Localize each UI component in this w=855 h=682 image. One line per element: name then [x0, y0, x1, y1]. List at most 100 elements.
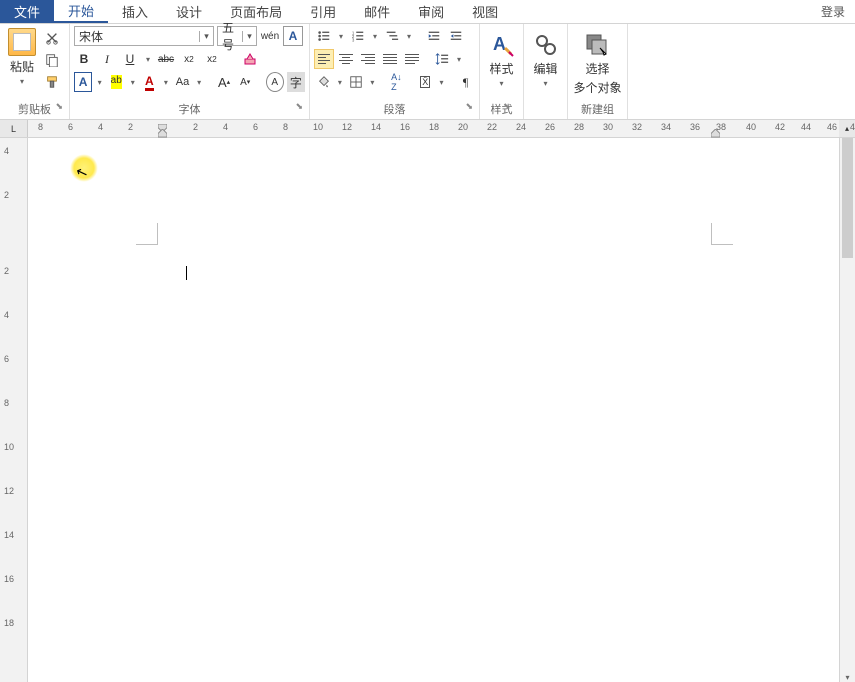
chevron-down-icon[interactable]: ▾: [195, 78, 204, 87]
chevron-down-icon[interactable]: ▾: [95, 78, 104, 87]
font-name-combo[interactable]: 宋体▾: [74, 26, 214, 46]
ruler-number: 12: [4, 486, 14, 496]
shrink-font-button[interactable]: A▾: [236, 72, 254, 92]
chevron-down-icon[interactable]: ▾: [370, 32, 380, 41]
bold-button[interactable]: B: [74, 49, 94, 69]
ruler-number: 10: [4, 442, 14, 452]
character-shading-button[interactable]: 字: [287, 72, 305, 92]
show-marks-button[interactable]: ¶: [456, 72, 475, 92]
group-clipboard: 粘贴 ▾ 剪贴板⬊: [0, 24, 70, 119]
phonetic-guide-button[interactable]: wén: [260, 26, 280, 46]
tab-references[interactable]: 引用: [296, 0, 350, 23]
copy-icon[interactable]: [44, 52, 60, 68]
align-left-button[interactable]: [314, 49, 334, 69]
borders-button[interactable]: [347, 72, 366, 92]
tab-insert[interactable]: 插入: [108, 0, 162, 23]
ruler-number: 36: [690, 122, 700, 132]
format-painter-icon[interactable]: [44, 74, 60, 90]
shading-button[interactable]: [314, 72, 333, 92]
italic-button[interactable]: I: [97, 49, 117, 69]
dialog-launcher-icon[interactable]: ⬊: [503, 101, 511, 112]
decrease-indent-button[interactable]: [424, 26, 444, 46]
ruler-number: 4: [98, 122, 103, 132]
tab-mailings[interactable]: 邮件: [350, 0, 404, 23]
chevron-down-icon[interactable]: ▾: [437, 78, 447, 87]
group-label-styles: 样式⬊: [491, 99, 513, 119]
hanging-indent-marker[interactable]: [158, 129, 167, 138]
scroll-down-arrow[interactable]: ▾: [840, 673, 855, 682]
sort-button[interactable]: A↓Z: [387, 72, 406, 92]
chevron-down-icon[interactable]: ▾: [404, 32, 414, 41]
asian-layout-button[interactable]: X̂: [416, 72, 435, 92]
bullets-button[interactable]: [314, 26, 334, 46]
ruler-number: 6: [253, 122, 258, 132]
dialog-launcher-icon[interactable]: ⬊: [295, 101, 303, 112]
dialog-launcher-icon[interactable]: ⬊: [55, 101, 63, 112]
chevron-down-icon[interactable]: ▾: [128, 78, 137, 87]
tab-file[interactable]: 文件: [0, 0, 54, 23]
ruler-number: 2: [4, 190, 9, 200]
increase-indent-button[interactable]: [446, 26, 466, 46]
tab-view[interactable]: 视图: [458, 0, 512, 23]
highlight-button[interactable]: ab: [107, 72, 125, 92]
ruler-number: 32: [632, 122, 642, 132]
underline-button[interactable]: U: [120, 49, 140, 69]
horizontal-ruler[interactable]: L 86422468101214161820222426283032343638…: [0, 120, 855, 138]
scrollbar-thumb[interactable]: [842, 138, 853, 258]
font-color-button[interactable]: A: [140, 72, 158, 92]
text-effects-button[interactable]: A: [74, 72, 92, 92]
multilevel-list-button[interactable]: [382, 26, 402, 46]
ruler-number: 26: [545, 122, 555, 132]
workspace: 4224681012141618 ↖ ▴ ▾: [0, 138, 855, 682]
align-distribute-button[interactable]: [402, 49, 422, 69]
document-area[interactable]: ↖: [28, 138, 839, 682]
styles-button[interactable]: A 样式 ▾: [489, 26, 515, 88]
subscript-button[interactable]: x2: [179, 49, 199, 69]
align-justify-button[interactable]: [380, 49, 400, 69]
strikethrough-button[interactable]: abc: [156, 49, 176, 69]
select-multiple-label-2: 多个对象: [573, 79, 621, 96]
editing-button[interactable]: 编辑 ▾: [533, 26, 559, 88]
tab-design[interactable]: 设计: [162, 0, 216, 23]
chevron-down-icon[interactable]: ▾: [336, 32, 346, 41]
login-link[interactable]: 登录: [811, 0, 855, 23]
chevron-down-icon[interactable]: ▾: [454, 55, 464, 64]
chevron-down-icon[interactable]: ▾: [368, 78, 378, 87]
character-border-button[interactable]: A: [283, 26, 303, 46]
numbering-button[interactable]: 123: [348, 26, 368, 46]
change-case-button[interactable]: Aa: [173, 72, 191, 92]
chevron-down-icon[interactable]: ▾: [161, 78, 170, 87]
font-size-combo[interactable]: 五号▾: [217, 26, 257, 46]
ruler-number: 4: [4, 310, 9, 320]
vertical-ruler[interactable]: 4224681012141618: [0, 138, 28, 682]
align-right-button[interactable]: [358, 49, 378, 69]
ruler-number: 22: [487, 122, 497, 132]
ruler-number: 34: [661, 122, 671, 132]
chevron-down-icon[interactable]: ▾: [335, 78, 345, 87]
vertical-scrollbar[interactable]: ▴ ▾: [839, 138, 855, 682]
select-objects-icon: [584, 32, 610, 58]
ruler-number: 2: [4, 266, 9, 276]
chevron-down-icon[interactable]: ▾: [143, 55, 153, 64]
line-spacing-button[interactable]: [432, 49, 452, 69]
ruler-number: 16: [4, 574, 14, 584]
cut-icon[interactable]: [44, 30, 60, 46]
tab-selector[interactable]: L: [0, 120, 28, 137]
group-label-paragraph: 段落⬊: [314, 99, 475, 119]
select-multiple-button[interactable]: 选择 多个对象: [573, 26, 621, 96]
ruler-number: 4: [223, 122, 228, 132]
margin-corner-tl: [136, 223, 158, 245]
tab-home[interactable]: 开始: [54, 0, 108, 23]
clear-formatting-button[interactable]: [240, 49, 260, 69]
tab-review[interactable]: 审阅: [404, 0, 458, 23]
tabs-bar: 文件 开始 插入 设计 页面布局 引用 邮件 审阅 视图 登录: [0, 0, 855, 24]
group-label-clipboard: 剪贴板⬊: [4, 99, 65, 119]
group-label-new: 新建组: [581, 99, 614, 119]
grow-font-button[interactable]: A▴: [215, 72, 233, 92]
dialog-launcher-icon[interactable]: ⬊: [465, 101, 473, 112]
align-center-button[interactable]: [336, 49, 356, 69]
enclose-character-button[interactable]: A: [266, 72, 284, 92]
paste-button[interactable]: 粘贴 ▾: [4, 28, 40, 90]
margin-corner-tr: [711, 223, 733, 245]
superscript-button[interactable]: x2: [202, 49, 222, 69]
